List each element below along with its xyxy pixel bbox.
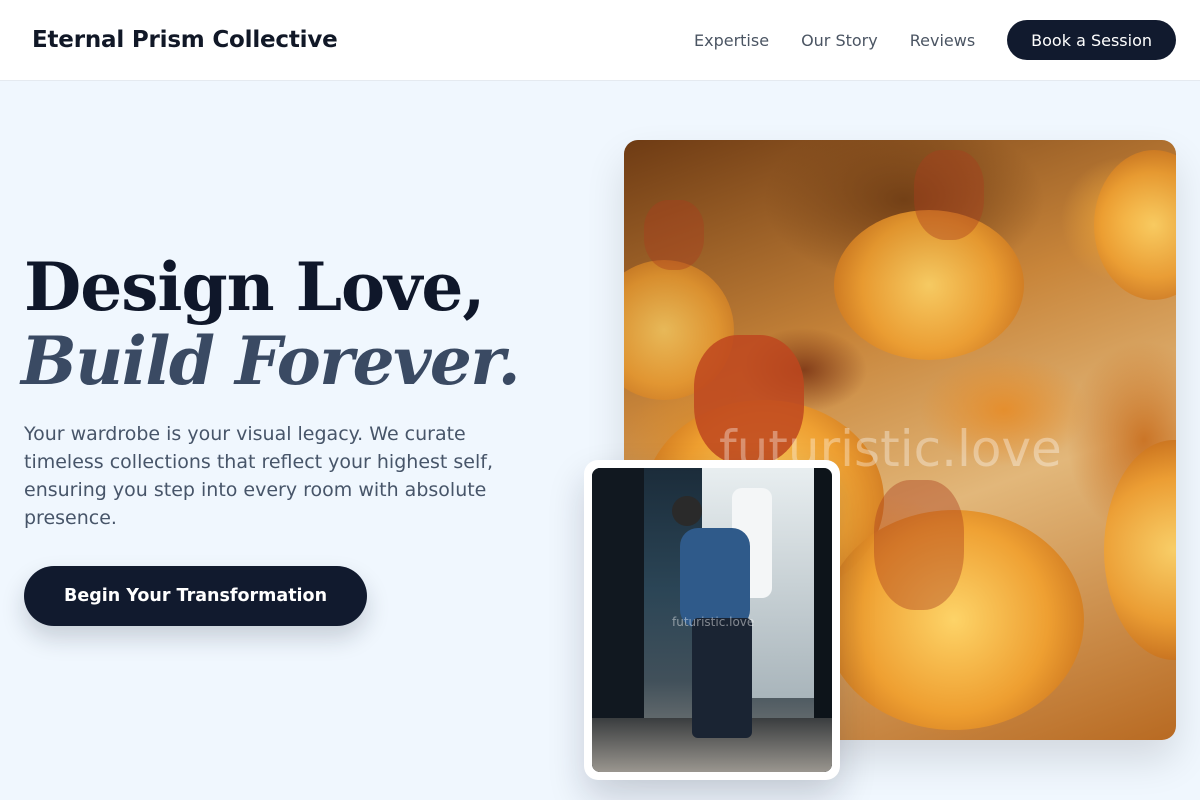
nav-link-our-story[interactable]: Our Story: [801, 31, 878, 50]
brand-name[interactable]: Eternal Prism Collective: [32, 27, 338, 53]
site-header: Eternal Prism Collective Expertise Our S…: [0, 0, 1200, 81]
book-session-button[interactable]: Book a Session: [1007, 20, 1176, 60]
main-nav: Expertise Our Story Reviews Book a Sessi…: [694, 20, 1176, 60]
nav-link-reviews[interactable]: Reviews: [910, 31, 975, 50]
hero-text: Design Love, Build Forever. Your wardrob…: [21, 248, 524, 626]
hero-headline-line2: Build Forever.: [21, 322, 521, 400]
hero-headline-line1: Design Love,: [24, 248, 485, 326]
inset-image-watermark: futuristic.love: [672, 615, 755, 629]
inset-storefront-photo: futuristic.love: [592, 468, 832, 772]
inset-photo-frame: futuristic.love: [584, 460, 840, 780]
hero-subtext: Your wardrobe is your visual legacy. We …: [24, 423, 493, 529]
begin-transformation-button[interactable]: Begin Your Transformation: [24, 566, 368, 626]
nav-link-expertise[interactable]: Expertise: [694, 31, 769, 50]
